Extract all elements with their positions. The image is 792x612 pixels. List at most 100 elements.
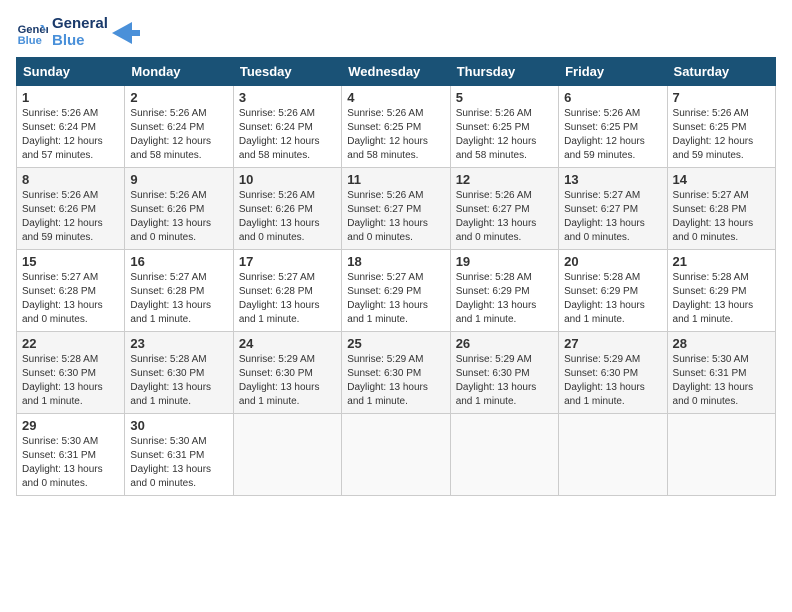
day-info: Sunrise: 5:28 AMSunset: 6:30 PMDaylight:…	[130, 353, 227, 409]
calendar-day-cell: 5Sunrise: 5:26 AMSunset: 6:25 PMDaylight…	[450, 86, 558, 168]
day-info: Sunrise: 5:28 AMSunset: 6:29 PMDaylight:…	[456, 271, 553, 327]
day-number: 27	[564, 336, 661, 351]
day-number: 18	[347, 254, 444, 269]
day-number: 17	[239, 254, 336, 269]
day-info: Sunrise: 5:26 AMSunset: 6:26 PMDaylight:…	[130, 189, 227, 245]
calendar-day-cell: 15Sunrise: 5:27 AMSunset: 6:28 PMDayligh…	[17, 250, 125, 332]
calendar-header-row: SundayMondayTuesdayWednesdayThursdayFrid…	[17, 58, 776, 86]
svg-text:Blue: Blue	[18, 35, 42, 47]
day-info: Sunrise: 5:30 AMSunset: 6:31 PMDaylight:…	[22, 435, 119, 491]
day-info: Sunrise: 5:26 AMSunset: 6:26 PMDaylight:…	[22, 189, 119, 245]
weekday-header-friday: Friday	[559, 58, 667, 86]
day-info: Sunrise: 5:27 AMSunset: 6:28 PMDaylight:…	[130, 271, 227, 327]
day-info: Sunrise: 5:29 AMSunset: 6:30 PMDaylight:…	[347, 353, 444, 409]
day-number: 10	[239, 172, 336, 187]
calendar-day-cell: 4 Sunrise: 5:26 AMSunset: 6:25 PMDaylight…	[342, 86, 450, 168]
calendar-week-row: 15Sunrise: 5:27 AMSunset: 6:28 PMDayligh…	[17, 250, 776, 332]
calendar-day-cell: 28Sunrise: 5:30 AMSunset: 6:31 PMDayligh…	[667, 332, 775, 414]
day-number: 20	[564, 254, 661, 269]
calendar-day-cell: 22 Sunrise: 5:28 AMSunset: 6:30 PMDayligh…	[17, 332, 125, 414]
day-info: Sunrise: 5:29 AMSunset: 6:30 PMDaylight:…	[239, 353, 336, 409]
day-info: Sunrise: 5:26 AMSunset: 6:25 PMDaylight:…	[673, 107, 770, 163]
calendar-day-cell: 21Sunrise: 5:28 AMSunset: 6:29 PMDayligh…	[667, 250, 775, 332]
calendar-day-cell: 13 Sunrise: 5:27 AMSunset: 6:27 PMDayligh…	[559, 168, 667, 250]
weekday-header-wednesday: Wednesday	[342, 58, 450, 86]
empty-cell	[342, 414, 450, 496]
weekday-header-tuesday: Tuesday	[233, 58, 341, 86]
day-info: Sunrise: 5:27 AMSunset: 6:28 PMDaylight:…	[673, 189, 770, 245]
calendar-table: SundayMondayTuesdayWednesdayThursdayFrid…	[16, 57, 776, 496]
day-info: Sunrise: 5:28 AMSunset: 6:29 PMDaylight:…	[673, 271, 770, 327]
calendar-week-row: 22 Sunrise: 5:28 AMSunset: 6:30 PMDayligh…	[17, 332, 776, 414]
logo-general: General	[52, 16, 108, 33]
day-number: 2	[130, 90, 227, 105]
calendar-day-cell: 14 Sunrise: 5:27 AMSunset: 6:28 PMDayligh…	[667, 168, 775, 250]
day-info: Sunrise: 5:27 AMSunset: 6:29 PMDaylight:…	[347, 271, 444, 327]
day-info: Sunrise: 5:26 AMSunset: 6:26 PMDaylight:…	[239, 189, 336, 245]
logo: General Blue General Blue	[16, 16, 140, 49]
calendar-day-cell: 6Sunrise: 5:26 AMSunset: 6:25 PMDaylight…	[559, 86, 667, 168]
day-number: 9	[130, 172, 227, 187]
calendar-day-cell: 17 Sunrise: 5:27 AMSunset: 6:28 PMDayligh…	[233, 250, 341, 332]
day-number: 16	[130, 254, 227, 269]
day-number: 22	[22, 336, 119, 351]
calendar-day-cell: 7 Sunrise: 5:26 AMSunset: 6:25 PMDaylight…	[667, 86, 775, 168]
calendar-day-cell: 27 Sunrise: 5:29 AMSunset: 6:30 PMDayligh…	[559, 332, 667, 414]
day-number: 5	[456, 90, 553, 105]
day-info: Sunrise: 5:26 AMSunset: 6:27 PMDaylight:…	[456, 189, 553, 245]
day-number: 19	[456, 254, 553, 269]
weekday-header-saturday: Saturday	[667, 58, 775, 86]
weekday-header-sunday: Sunday	[17, 58, 125, 86]
logo-icon: General Blue	[16, 17, 48, 49]
calendar-day-cell: 10 Sunrise: 5:26 AMSunset: 6:26 PMDayligh…	[233, 168, 341, 250]
day-info: Sunrise: 5:30 AMSunset: 6:31 PMDaylight:…	[673, 353, 770, 409]
day-number: 12	[456, 172, 553, 187]
day-number: 13	[564, 172, 661, 187]
calendar-week-row: 29 Sunrise: 5:30 AMSunset: 6:31 PMDayligh…	[17, 414, 776, 496]
day-number: 7	[673, 90, 770, 105]
calendar-day-cell: 2 Sunrise: 5:26 AMSunset: 6:24 PMDaylight…	[125, 86, 233, 168]
day-number: 26	[456, 336, 553, 351]
day-info: Sunrise: 5:28 AMSunset: 6:29 PMDaylight:…	[564, 271, 661, 327]
day-number: 24	[239, 336, 336, 351]
calendar-day-cell: 1 Sunrise: 5:26 AMSunset: 6:24 PMDaylight…	[17, 86, 125, 168]
weekday-header-monday: Monday	[125, 58, 233, 86]
calendar-day-cell: 23 Sunrise: 5:28 AMSunset: 6:30 PMDayligh…	[125, 332, 233, 414]
day-info: Sunrise: 5:26 AMSunset: 6:25 PMDaylight:…	[347, 107, 444, 163]
calendar-day-cell: 12 Sunrise: 5:26 AMSunset: 6:27 PMDayligh…	[450, 168, 558, 250]
calendar-day-cell: 16 Sunrise: 5:27 AMSunset: 6:28 PMDayligh…	[125, 250, 233, 332]
empty-cell	[667, 414, 775, 496]
empty-cell	[450, 414, 558, 496]
calendar-day-cell: 24 Sunrise: 5:29 AMSunset: 6:30 PMDayligh…	[233, 332, 341, 414]
day-number: 23	[130, 336, 227, 351]
day-info: Sunrise: 5:27 AMSunset: 6:28 PMDaylight:…	[239, 271, 336, 327]
day-number: 14	[673, 172, 770, 187]
day-number: 3	[239, 90, 336, 105]
calendar-day-cell: 9 Sunrise: 5:26 AMSunset: 6:26 PMDaylight…	[125, 168, 233, 250]
day-info: Sunrise: 5:27 AMSunset: 6:27 PMDaylight:…	[564, 189, 661, 245]
calendar-day-cell: 19 Sunrise: 5:28 AMSunset: 6:29 PMDayligh…	[450, 250, 558, 332]
calendar-day-cell: 3 Sunrise: 5:26 AMSunset: 6:24 PMDaylight…	[233, 86, 341, 168]
weekday-header-thursday: Thursday	[450, 58, 558, 86]
logo-arrow-icon	[112, 22, 140, 44]
day-info: Sunrise: 5:26 AMSunset: 6:24 PMDaylight:…	[130, 107, 227, 163]
empty-cell	[233, 414, 341, 496]
day-number: 29	[22, 418, 119, 433]
calendar-week-row: 1 Sunrise: 5:26 AMSunset: 6:24 PMDaylight…	[17, 86, 776, 168]
calendar-day-cell: 11 Sunrise: 5:26 AMSunset: 6:27 PMDayligh…	[342, 168, 450, 250]
day-number: 6	[564, 90, 661, 105]
day-number: 30	[130, 418, 227, 433]
day-number: 11	[347, 172, 444, 187]
day-info: Sunrise: 5:28 AMSunset: 6:30 PMDaylight:…	[22, 353, 119, 409]
day-info: Sunrise: 5:26 AMSunset: 6:27 PMDaylight:…	[347, 189, 444, 245]
calendar-day-cell: 29 Sunrise: 5:30 AMSunset: 6:31 PMDayligh…	[17, 414, 125, 496]
day-info: Sunrise: 5:26 AMSunset: 6:24 PMDaylight:…	[22, 107, 119, 163]
day-info: Sunrise: 5:29 AMSunset: 6:30 PMDaylight:…	[564, 353, 661, 409]
calendar-day-cell: 25 Sunrise: 5:29 AMSunset: 6:30 PMDayligh…	[342, 332, 450, 414]
day-number: 25	[347, 336, 444, 351]
day-number: 4	[347, 90, 444, 105]
day-info: Sunrise: 5:26 AMSunset: 6:24 PMDaylight:…	[239, 107, 336, 163]
day-info: Sunrise: 5:29 AMSunset: 6:30 PMDaylight:…	[456, 353, 553, 409]
day-number: 1	[22, 90, 119, 105]
day-info: Sunrise: 5:30 AMSunset: 6:31 PMDaylight:…	[130, 435, 227, 491]
